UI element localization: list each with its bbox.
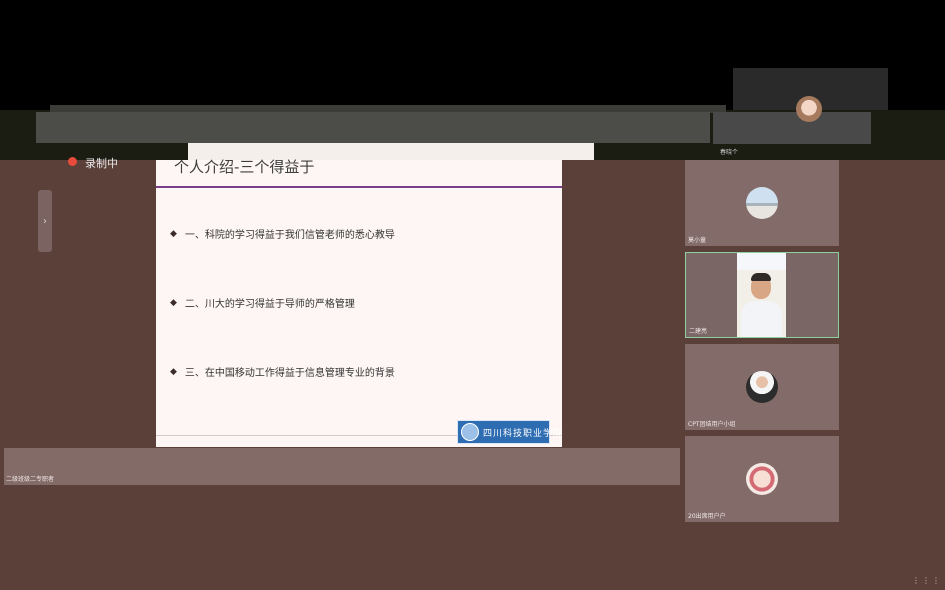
college-emblem-icon [461,423,479,441]
slide-bullet: ◆ 三、在中国移动工作得益于信息管理专业的背景 [170,364,395,380]
top-tile[interactable]: 春晓个 [713,96,871,156]
speaker-banner[interactable]: 二级班级二专职者 [4,448,680,485]
top-tile-name: 春晓个 [720,149,739,156]
cartoon-avatar-icon [746,463,778,495]
landscape-avatar-icon [746,187,778,219]
diamond-bullet-icon: ◆ [170,297,177,308]
participant-name: 20出席用户户 [688,513,726,520]
top-tile-avatar [796,96,822,122]
banner-name: 二级班级二专职者 [6,476,55,483]
slide-title-rule [156,186,562,188]
bullet-text: 三、在中国移动工作得益于信息管理专业的背景 [184,368,395,379]
video-person-hair [751,273,771,281]
participant-video [737,253,786,337]
participant-name: CPT团结用户小组 [688,421,736,428]
participant-tile[interactable]: CPT团结用户小组 [685,344,839,430]
grid-icon[interactable]: ⋮⋮⋮⋮ [912,576,945,585]
video-person-body [741,301,782,337]
glitch-band-grey [36,112,710,143]
slide-bullet: ◆ 一、科院的学习得益于我们信管老师的悉心教导 [170,226,395,242]
logo-text: 四川科技职业学院 [483,428,564,439]
slide-title: 个人介绍-三个得益于 [174,158,315,176]
shared-slide: 个人介绍-三个得益于 ◆ 一、科院的学习得益于我们信管老师的悉心教导 ◆ 二、川… [156,158,562,447]
chevron-right-icon: › [43,215,47,227]
participant-name: 莫小童 [688,237,707,244]
bullet-text: 一、科院的学习得益于我们信管老师的悉心教导 [184,230,395,241]
expand-sidebar-button[interactable]: › [38,190,52,252]
participant-name: 二建亮 [689,328,708,335]
participant-tile[interactable]: 莫小童 [685,160,839,246]
participant-tile[interactable]: 20出席用户户 [685,436,839,522]
participant-tile-active[interactable]: 二建亮 [685,252,839,338]
record-icon [68,157,77,166]
college-logo: 四川科技职业学院 [457,420,562,444]
recording-label: 录制中 [85,157,118,170]
diamond-bullet-icon: ◆ [170,366,177,377]
slide-bullet: ◆ 二、川大的学习得益于导师的严格管理 [170,295,355,311]
person-avatar-icon [746,371,778,403]
diamond-bullet-icon: ◆ [170,228,177,239]
bullet-text: 二、川大的学习得益于导师的严格管理 [184,299,355,310]
